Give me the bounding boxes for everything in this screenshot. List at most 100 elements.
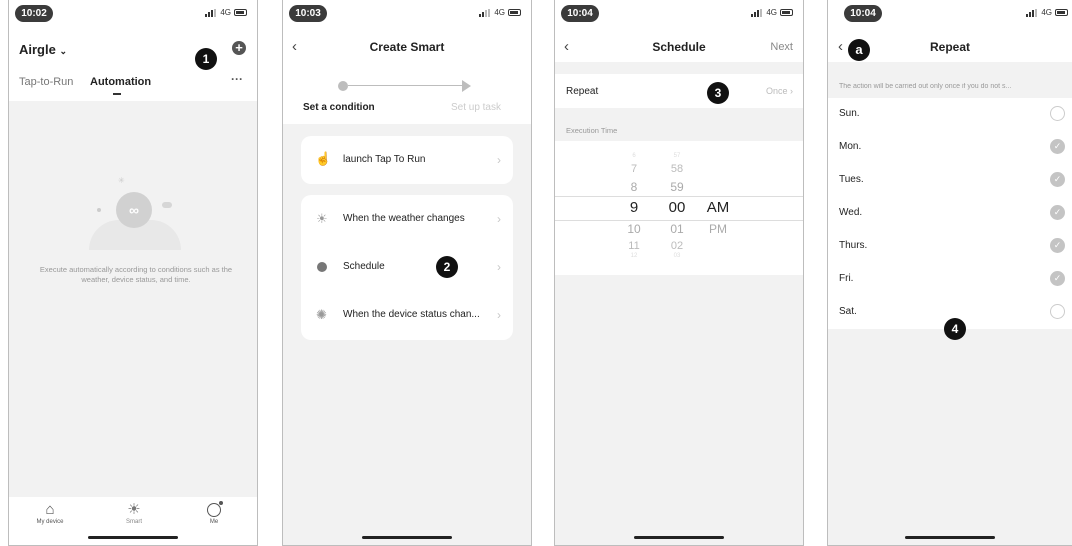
checkmark-icon <box>1050 205 1065 220</box>
repeat-value: Once › <box>766 86 793 96</box>
step-set-up-task: Set up task <box>450 102 501 113</box>
signal-icon <box>751 8 763 17</box>
step-badge-3: 3 <box>707 82 729 104</box>
home-selector[interactable]: Airgle ⌄ <box>19 42 67 57</box>
minute-option: 58 <box>670 163 684 175</box>
minute-option: 01 <box>670 222 684 236</box>
unchecked-circle-icon <box>1050 106 1065 121</box>
content-area <box>9 101 257 497</box>
tab-automation[interactable]: Automation <box>90 76 151 88</box>
automation-loop-icon: ∞ <box>116 192 152 228</box>
minute-option: 03 <box>673 253 681 259</box>
home-indicator <box>362 536 452 539</box>
day-label: Sun. <box>839 108 860 119</box>
add-icon[interactable]: + <box>232 41 246 55</box>
nav-my-device[interactable]: ⌂ My device <box>25 501 75 525</box>
repeat-row[interactable]: Repeat Once › <box>555 74 803 108</box>
repeat-label: Repeat <box>566 86 599 97</box>
day-row-thurs[interactable]: Thurs. <box>828 230 1072 263</box>
condition-label: When the weather changes <box>343 213 465 224</box>
signal-icon <box>205 8 217 17</box>
condition-label: launch Tap To Run <box>343 154 426 165</box>
step-progress <box>338 80 478 92</box>
battery-icon <box>780 9 793 16</box>
time-picker[interactable]: 6 7 8 9 10 11 12 57 58 59 00 01 02 03 AM… <box>555 141 803 275</box>
condition-schedule[interactable]: Schedule › <box>301 243 513 291</box>
screen-schedule: 10:04 4G ‹ Schedule Next Repeat Once › 3… <box>554 0 804 546</box>
day-row-fri[interactable]: Fri. <box>828 263 1072 296</box>
conditions-card: ☀ When the weather changes › Schedule › … <box>301 195 513 340</box>
day-row-sun[interactable]: Sun. <box>828 98 1072 131</box>
sparkle-icon: ✳ <box>118 176 125 185</box>
network-label: 4G <box>220 8 231 17</box>
status-bar: 10:04 4G <box>828 0 1072 30</box>
day-label: Fri. <box>839 273 854 284</box>
step-badge-2: 2 <box>436 256 458 278</box>
nav-smart[interactable]: ☀ Smart <box>109 501 159 525</box>
hour-selected: 9 <box>629 199 639 216</box>
hour-option: 7 <box>630 163 638 175</box>
condition-label: Schedule <box>343 261 385 272</box>
condition-label: When the device status chan... <box>343 309 480 320</box>
status-time: 10:02 <box>15 5 53 22</box>
hand-tap-icon: ☝ <box>315 151 332 166</box>
unchecked-circle-icon <box>1050 304 1065 319</box>
chevron-right-icon: › <box>497 260 501 274</box>
day-label: Tues. <box>839 174 864 185</box>
hour-option: 8 <box>630 180 638 194</box>
day-label: Wed. <box>839 207 863 218</box>
day-label: Thurs. <box>839 240 868 251</box>
tab-tap-to-run[interactable]: Tap-to-Run <box>19 76 73 88</box>
step-line <box>348 85 466 86</box>
day-row-mon[interactable]: Mon. <box>828 131 1072 164</box>
bottom-nav: ⌂ My device ☀ Smart Me <box>9 497 257 545</box>
signal-icon <box>479 8 491 17</box>
notification-dot <box>219 501 223 505</box>
condition-weather[interactable]: ☀ When the weather changes › <box>301 195 513 243</box>
hour-option: 11 <box>628 240 640 252</box>
battery-icon <box>234 9 247 16</box>
chevron-down-icon: ⌄ <box>59 46 68 56</box>
cloud-icon <box>162 202 172 208</box>
condition-launch-tap-to-run[interactable]: ☝ launch Tap To Run › <box>301 136 513 184</box>
status-bar: 10:03 4G <box>283 0 531 30</box>
status-bar: 10:04 4G <box>555 0 803 30</box>
checkmark-icon <box>1050 271 1065 286</box>
hour-option: 10 <box>627 222 641 236</box>
step-set-condition: Set a condition <box>303 102 375 113</box>
network-label: 4G <box>494 8 505 17</box>
condition-device-status[interactable]: ✺ When the device status chan... › <box>301 291 513 339</box>
chevron-right-icon: › <box>497 153 501 167</box>
step-badge-4: 4 <box>944 318 966 340</box>
signal-icon <box>1026 8 1038 17</box>
section-execution-time: Execution Time <box>566 126 618 135</box>
status-time: 10:04 <box>561 5 599 22</box>
network-label: 4G <box>1041 8 1052 17</box>
next-button[interactable]: Next <box>770 41 793 53</box>
step-badge-1: 1 <box>195 48 217 70</box>
more-button[interactable]: ··· <box>231 72 243 86</box>
arrow-right-icon <box>462 80 471 92</box>
step-dot <box>338 81 348 91</box>
hour-option: 6 <box>632 153 636 159</box>
page-title: Repeat <box>929 40 970 54</box>
battery-icon <box>1055 9 1068 16</box>
day-label: Sat. <box>839 306 857 317</box>
minute-selected: 00 <box>668 199 686 216</box>
status-icons: 4G <box>205 8 247 17</box>
network-label: 4G <box>766 8 777 17</box>
day-label: Mon. <box>839 141 862 152</box>
nav-me[interactable]: Me <box>189 501 239 525</box>
day-row-tues[interactable]: Tues. <box>828 164 1072 197</box>
minute-option: 57 <box>673 153 681 159</box>
minute-option: 59 <box>670 180 684 194</box>
screen-create-smart: 10:03 4G ‹ Create Smart Set a condition … <box>282 0 532 546</box>
nav-label-my-device: My device <box>36 519 64 525</box>
day-row-wed[interactable]: Wed. <box>828 197 1072 230</box>
ampm-option: PM <box>709 222 727 236</box>
battery-icon <box>508 9 521 16</box>
sun-icon: ☀ <box>127 501 141 518</box>
user-icon <box>207 501 223 517</box>
home-icon: ⌂ <box>45 501 55 518</box>
clock-icon <box>317 262 327 272</box>
